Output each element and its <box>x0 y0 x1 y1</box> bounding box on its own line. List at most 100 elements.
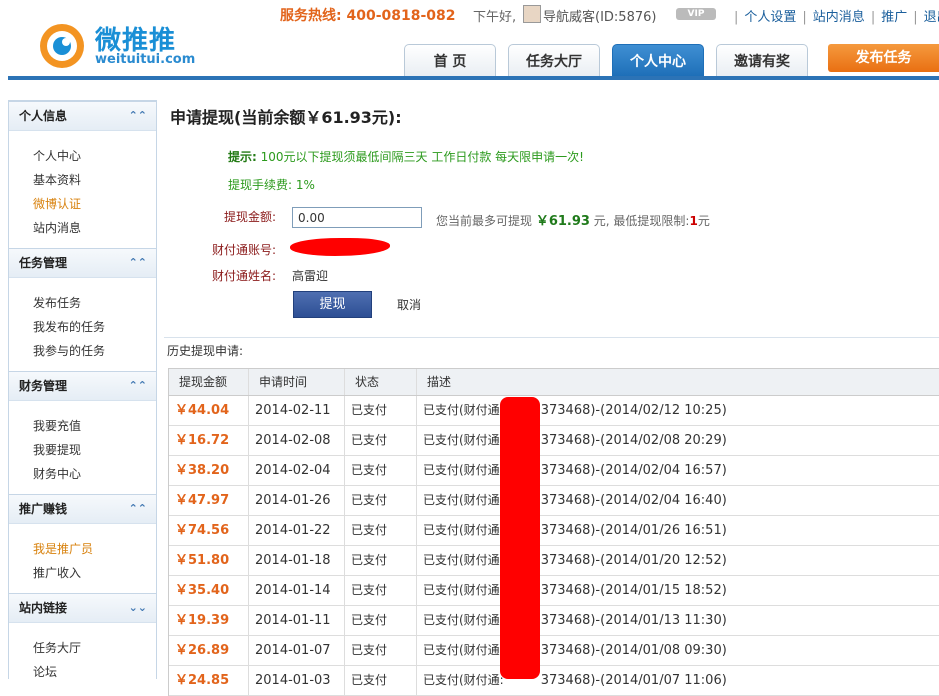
cell-status: 已支付 <box>345 456 417 485</box>
tab-invite[interactable]: 邀请有奖 <box>716 44 808 76</box>
cell-status: 已支付 <box>345 606 417 635</box>
cell-date: 2014-01-07 <box>249 636 345 665</box>
column-header-status: 状态 <box>345 369 417 395</box>
cell-status: 已支付 <box>345 486 417 515</box>
cell-status: 已支付 <box>345 516 417 545</box>
cell-desc: 已支付(财付通: 373468)-(2014/02/04 16:57) <box>423 463 727 478</box>
vip-badge: VIP <box>676 8 716 20</box>
link-promote[interactable]: 推广 <box>881 10 907 25</box>
cell-desc: 已支付(财付通: 373468)-(2014/01/20 12:52) <box>423 553 727 568</box>
payee-name: 高雷迎 <box>292 269 329 283</box>
cell-date: 2014-01-14 <box>249 576 345 605</box>
name-label: 财付通姓名: <box>212 269 277 283</box>
amount-label: 提现金额: <box>224 210 277 224</box>
cell-date: 2014-01-11 <box>249 606 345 635</box>
cancel-link[interactable]: 取消 <box>397 296 421 313</box>
cell-date: 2014-02-04 <box>249 456 345 485</box>
sidebar-item-forum[interactable]: 论坛 <box>33 663 57 680</box>
table-row: ￥35.40 2014-01-14 已支付 已支付(财付通: 373468)-(2014… <box>169 576 939 606</box>
cell-date: 2014-01-26 <box>249 486 345 515</box>
cell-date: 2014-01-03 <box>249 666 345 695</box>
cell-amount: ￥51.80 <box>169 546 249 575</box>
max-withdraw-note: 您当前最多可提现 ￥61.93 元, 最低提现限制:1元 <box>436 214 710 229</box>
table-row: ￥38.20 2014-02-04 已支付 已支付(财付通: 373468)-(2014… <box>169 456 939 486</box>
avatar[interactable] <box>523 5 541 23</box>
column-header-amount: 提现金额 <box>169 369 249 395</box>
page-title: 申请提现(当前余额￥61.93元): <box>170 108 402 127</box>
cell-status: 已支付 <box>345 546 417 575</box>
table-row: ￥47.97 2014-01-26 已支付 已支付(财付通: 373468)-(2014… <box>169 486 939 516</box>
table-row: ￥51.80 2014-01-18 已支付 已支付(财付通: 373468)-(2014… <box>169 546 939 576</box>
table-row: ￥24.85 2014-01-03 已支付 已支付(财付通: 373468)-(2014… <box>169 666 939 696</box>
table-row: ￥26.89 2014-01-07 已支付 已支付(财付通: 373468)-(2014… <box>169 636 939 666</box>
sidebar-item-profile[interactable]: 基本资料 <box>33 171 81 188</box>
sidebar-section-links[interactable]: 站内链接 ⌄⌄ <box>9 593 156 623</box>
top-links: |个人设置|站内消息|推广|退出 <box>728 6 939 25</box>
sidebar-section-tasks[interactable]: 任务管理 ⌃⌃ <box>9 248 156 278</box>
sidebar-item-messages[interactable]: 站内消息 <box>33 219 81 236</box>
sidebar-item-my-joined[interactable]: 我参与的任务 <box>33 342 105 359</box>
cell-status: 已支付 <box>345 576 417 605</box>
amount-input[interactable] <box>292 207 422 228</box>
cell-status: 已支付 <box>345 396 417 425</box>
cell-amount: ￥24.85 <box>169 666 249 695</box>
publish-task-button[interactable]: 发布任务 <box>828 44 939 72</box>
history-divider <box>164 337 939 338</box>
collapse-icon[interactable]: ⌃⌃ <box>129 249 147 277</box>
cell-date: 2014-01-18 <box>249 546 345 575</box>
cell-amount: ￥26.89 <box>169 636 249 665</box>
cell-desc: 已支付(财付通: 373468)-(2014/01/26 16:51) <box>423 523 727 538</box>
sidebar-item-weibo-verify[interactable]: 微博认证 <box>33 195 81 212</box>
account-label: 财付通账号: <box>212 243 277 257</box>
sidebar-item-personal-center[interactable]: 个人中心 <box>33 147 81 164</box>
fee-text: 提现手续费: 1% <box>228 178 315 192</box>
sidebar-item-withdraw[interactable]: 我要提现 <box>33 441 81 458</box>
redaction-mark <box>290 238 390 256</box>
cell-desc: 已支付(财付通: 373468)-(2014/02/08 20:29) <box>423 433 727 448</box>
cell-amount: ￥35.40 <box>169 576 249 605</box>
cell-desc: 已支付(财付通: 373468)-(2014/01/07 11:06) <box>423 673 727 688</box>
cell-amount: ￥16.72 <box>169 426 249 455</box>
table-header: 提现金额 申请时间 状态 描述 <box>169 368 939 396</box>
table-row: ￥16.72 2014-02-08 已支付 已支付(财付通: 373468)-(2014… <box>169 426 939 456</box>
cell-date: 2014-01-22 <box>249 516 345 545</box>
sidebar-item-finance-center[interactable]: 财务中心 <box>33 465 81 482</box>
sidebar-section-finance[interactable]: 财务管理 ⌃⌃ <box>9 371 156 401</box>
sidebar-item-promotion-income[interactable]: 推广收入 <box>33 564 81 581</box>
collapse-icon[interactable]: ⌃⌃ <box>129 495 147 523</box>
tab-task-hall[interactable]: 任务大厅 <box>508 44 600 76</box>
cell-amount: ￥47.97 <box>169 486 249 515</box>
tip-text: 提示: 100元以下提现须最低间隔三天 工作日付款 每天限申请一次! <box>228 150 584 164</box>
link-settings[interactable]: 个人设置 <box>744 10 796 25</box>
cell-desc: 已支付(财付通: 373468)-(2014/01/15 18:52) <box>423 583 727 598</box>
cell-date: 2014-02-08 <box>249 426 345 455</box>
column-header-desc: 描述 <box>427 375 452 389</box>
cell-desc: 已支付(财付通: 373468)-(2014/02/04 16:40) <box>423 493 727 508</box>
cell-desc: 已支付(财付通: 373468)-(2014/02/12 10:25) <box>423 403 727 418</box>
username-link[interactable]: 导航威客(ID:5876) <box>543 6 656 25</box>
redaction-mark <box>500 397 540 679</box>
link-messages[interactable]: 站内消息 <box>813 10 865 25</box>
sidebar-item-my-published[interactable]: 我发布的任务 <box>33 318 105 335</box>
withdraw-button[interactable]: 提现 <box>293 291 372 318</box>
column-header-date: 申请时间 <box>249 369 345 395</box>
history-table: 提现金额 申请时间 状态 描述 ￥44.04 2014-02-11 已支付 已支付(财… <box>168 368 939 696</box>
sidebar-item-task-hall[interactable]: 任务大厅 <box>33 639 81 656</box>
collapse-icon[interactable]: ⌃⌃ <box>129 372 147 400</box>
sidebar-section-promotion[interactable]: 推广赚钱 ⌃⌃ <box>9 494 156 524</box>
table-row: ￥74.56 2014-01-22 已支付 已支付(财付通: 373468)-(2014… <box>169 516 939 546</box>
sidebar-item-publish-task[interactable]: 发布任务 <box>33 294 81 311</box>
nav-divider <box>8 76 939 80</box>
cell-amount: ￥38.20 <box>169 456 249 485</box>
cell-desc: 已支付(财付通: 373468)-(2014/01/08 09:30) <box>423 643 727 658</box>
sidebar-item-recharge[interactable]: 我要充值 <box>33 417 81 434</box>
expand-icon[interactable]: ⌄⌄ <box>129 594 147 622</box>
sidebar-item-promoter[interactable]: 我是推广员 <box>33 540 93 557</box>
tab-home[interactable]: 首 页 <box>404 44 496 76</box>
greeting: 下午好, <box>473 10 517 25</box>
sidebar-section-personal[interactable]: 个人信息 ⌃⌃ <box>9 101 156 131</box>
cell-desc: 已支付(财付通: 373468)-(2014/01/13 11:30) <box>423 613 727 628</box>
tab-personal-center[interactable]: 个人中心 <box>612 44 704 76</box>
collapse-icon[interactable]: ⌃⌃ <box>129 102 147 130</box>
link-logout[interactable]: 退出 <box>924 10 939 25</box>
